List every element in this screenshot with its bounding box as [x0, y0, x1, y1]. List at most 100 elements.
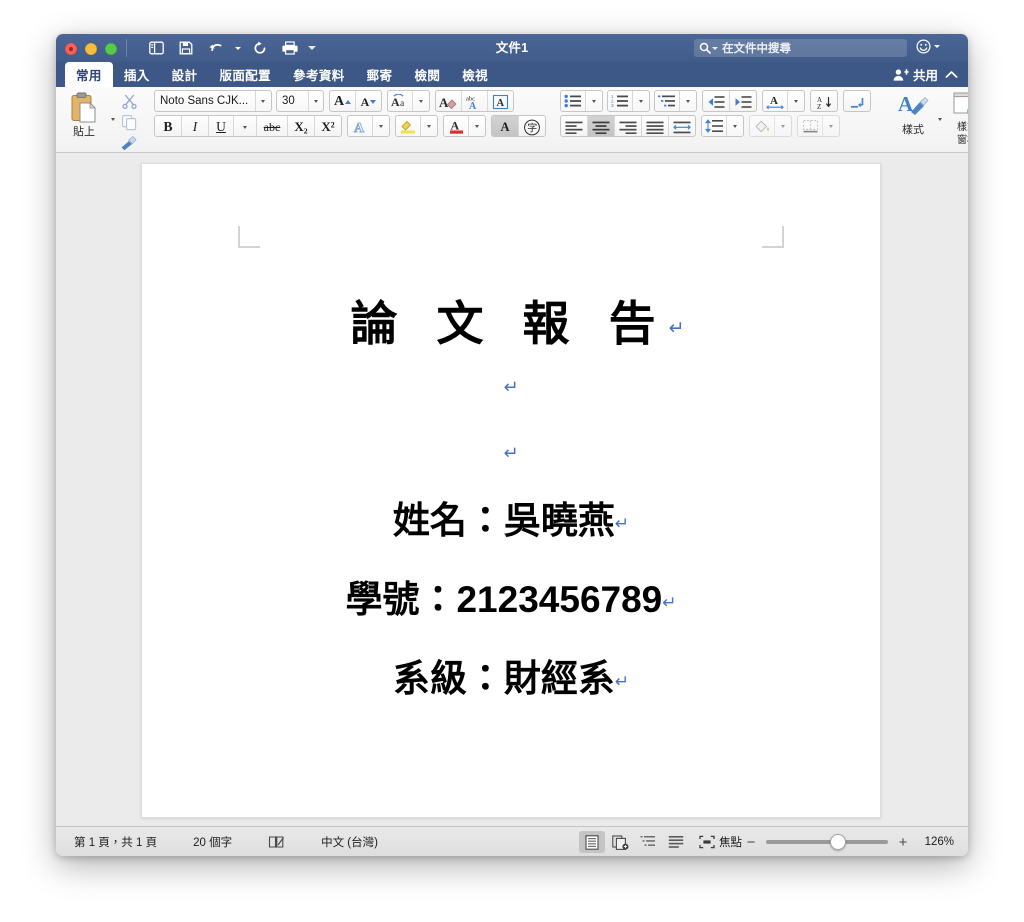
align-justify-button[interactable]	[642, 116, 668, 136]
close-window-button[interactable]	[65, 43, 77, 55]
change-case-combobox[interactable]: A a	[387, 90, 430, 112]
numbering-dropdown-button[interactable]	[633, 91, 649, 111]
tab-insert[interactable]: 插入	[113, 62, 161, 87]
bullets-dropdown-button[interactable]	[586, 91, 602, 111]
customize-toolbar-button[interactable]	[306, 36, 318, 60]
proofing-status[interactable]	[250, 835, 303, 850]
character-shading-button[interactable]: A	[492, 116, 518, 136]
minimize-window-button[interactable]	[85, 43, 97, 55]
line-spacing-button[interactable]	[702, 116, 726, 136]
tab-mailings[interactable]: 郵寄	[356, 62, 404, 87]
document-content[interactable]: 論 文 報 告↵ ↵ ↵ 姓名：吳曉燕↵ 學號：2123456789↵ 系級：財…	[238, 259, 784, 720]
multilevel-list-dropdown-button[interactable]	[680, 91, 696, 111]
format-painter-button[interactable]	[118, 132, 140, 154]
outline-view-button[interactable]	[635, 831, 661, 853]
align-center-button[interactable]	[588, 116, 614, 136]
bullets-button[interactable]	[561, 91, 585, 111]
print-layout-view-button[interactable]	[579, 831, 605, 853]
text-effects-button[interactable]: A	[348, 116, 372, 136]
paragraph-shading-dropdown-button[interactable]	[775, 116, 791, 136]
document-page[interactable]: 論 文 報 告↵ ↵ ↵ 姓名：吳曉燕↵ 學號：2123456789↵ 系級：財…	[141, 163, 881, 818]
asian-layout-combobox[interactable]: A	[762, 90, 805, 112]
bold-button[interactable]: B	[155, 116, 181, 136]
asian-layout-button[interactable]: A	[763, 91, 787, 111]
highlight-dropdown-button[interactable]	[421, 116, 437, 136]
font-size-combobox[interactable]: 30	[276, 90, 324, 112]
increase-indent-button[interactable]	[730, 91, 756, 111]
character-border-button[interactable]: A	[488, 91, 513, 111]
change-case-button[interactable]: A a	[388, 91, 412, 111]
decrease-indent-button[interactable]	[703, 91, 729, 111]
strikethrough-button[interactable]: abc	[257, 116, 287, 136]
search-input[interactable]: 在文件中搜尋	[694, 39, 907, 57]
blank-paragraph-1[interactable]: ↵	[238, 351, 784, 417]
phonetic-guide-button[interactable]: abc A	[462, 91, 487, 111]
copy-button[interactable]	[118, 111, 140, 133]
text-effects-combobox[interactable]: A	[347, 115, 390, 137]
zoom-in-button[interactable]: +	[896, 835, 910, 850]
zoom-out-button[interactable]: −	[744, 835, 758, 850]
word-count[interactable]: 20 個字	[175, 834, 250, 850]
italic-button[interactable]: I	[182, 116, 208, 136]
borders-combobox[interactable]	[797, 115, 840, 137]
borders-dropdown-button[interactable]	[823, 116, 839, 136]
language-indicator[interactable]: 中文 (台灣)	[303, 834, 396, 850]
font-size-dropdown-button[interactable]	[309, 91, 323, 111]
highlight-button[interactable]	[396, 116, 420, 136]
document-line-department[interactable]: 系級：財經系↵	[238, 641, 784, 720]
tab-home[interactable]: 常用	[65, 62, 113, 87]
tab-view[interactable]: 檢視	[451, 62, 499, 87]
numbering-button[interactable]: 1 2 3	[608, 91, 632, 111]
line-spacing-dropdown-button[interactable]	[727, 116, 743, 136]
redo-button[interactable]	[246, 36, 274, 60]
align-left-button[interactable]	[561, 116, 587, 136]
font-color-button[interactable]: A	[444, 116, 468, 136]
paragraph-shading-button[interactable]	[750, 116, 774, 136]
zoom-slider-thumb[interactable]	[830, 834, 846, 850]
font-family-combobox[interactable]: Noto Sans CJK...	[154, 90, 272, 112]
tab-layout[interactable]: 版面配置	[208, 62, 282, 87]
tab-references[interactable]: 參考資料	[282, 62, 356, 87]
grow-font-button[interactable]: A	[330, 91, 355, 111]
search-scope-caret-icon[interactable]	[712, 46, 718, 50]
save-button[interactable]	[172, 36, 200, 60]
font-family-dropdown-button[interactable]	[256, 91, 271, 111]
document-heading-line[interactable]: 論 文 報 告↵	[238, 297, 784, 351]
borders-button[interactable]	[798, 116, 822, 136]
multilevel-list-combobox[interactable]	[654, 90, 697, 112]
multilevel-list-button[interactable]	[655, 91, 679, 111]
tab-design[interactable]: 設計	[161, 62, 209, 87]
numbering-combobox[interactable]: 1 2 3	[607, 90, 650, 112]
zoom-slider[interactable]	[766, 832, 888, 852]
document-line-student-id[interactable]: 學號：2123456789↵	[238, 562, 784, 641]
draft-view-button[interactable]	[663, 831, 689, 853]
styles-pane-button[interactable]: 樣式 窗格	[945, 90, 968, 148]
undo-dropdown-button[interactable]	[232, 36, 244, 60]
tab-review[interactable]: 檢閱	[403, 62, 451, 87]
document-line-name[interactable]: 姓名：吳曉燕↵	[238, 483, 784, 562]
asian-layout-dropdown-button[interactable]	[788, 91, 804, 111]
distribute-button[interactable]	[669, 116, 695, 136]
paste-options-button[interactable]	[107, 108, 118, 130]
underline-button[interactable]: U	[209, 116, 233, 136]
sidebar-toggle-button[interactable]	[142, 36, 170, 60]
sort-button[interactable]: A Z	[811, 91, 837, 111]
enclose-characters-button[interactable]: 字	[519, 116, 545, 136]
styles-dropdown-button[interactable]	[934, 108, 945, 130]
zoom-window-button[interactable]	[105, 43, 117, 55]
page-indicator[interactable]: 第 1 頁，共 1 頁	[56, 834, 175, 850]
text-effects-dropdown-button[interactable]	[373, 116, 389, 136]
print-button[interactable]	[276, 36, 304, 60]
shrink-font-button[interactable]: A	[356, 91, 381, 111]
focus-mode-button[interactable]: 焦點	[699, 834, 742, 850]
subscript-button[interactable]: X₂	[288, 116, 314, 136]
styles-button[interactable]: A 樣式	[892, 90, 934, 148]
undo-button[interactable]	[202, 36, 230, 60]
cut-button[interactable]	[118, 90, 140, 112]
font-color-combobox[interactable]: A	[443, 115, 486, 137]
web-layout-view-button[interactable]	[607, 831, 633, 853]
zoom-percentage[interactable]: 126%	[912, 836, 960, 848]
line-spacing-combobox[interactable]	[701, 115, 744, 137]
show-formatting-marks-button[interactable]	[844, 91, 870, 111]
share-button[interactable]: 共用	[893, 62, 938, 87]
